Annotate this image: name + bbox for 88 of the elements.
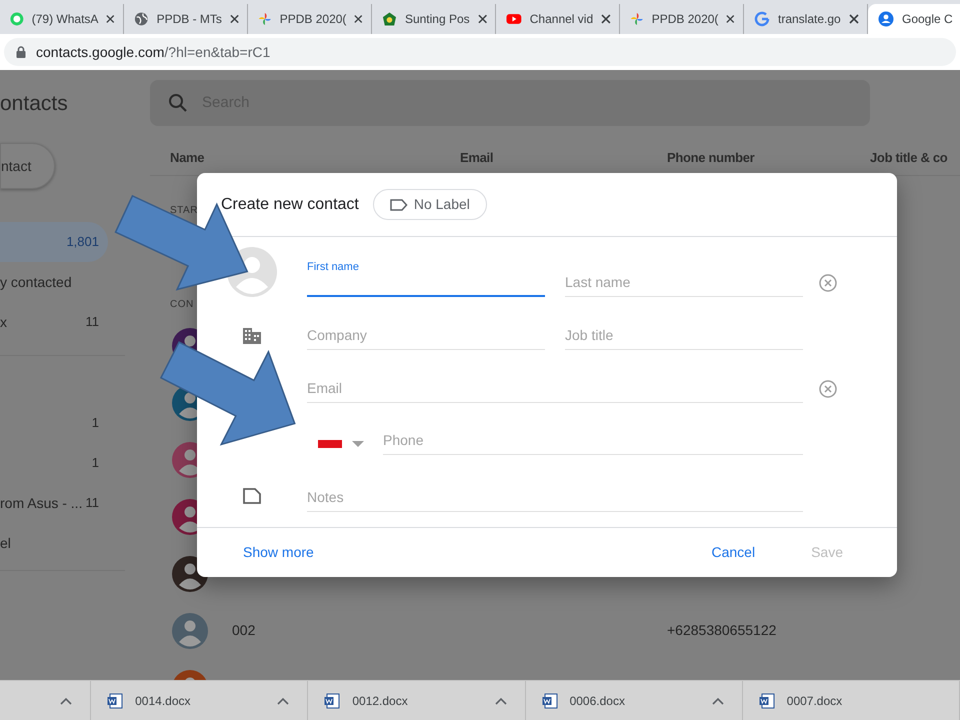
address-bar[interactable]: contacts.google.com/?hl=en&tab=rC1 xyxy=(4,38,956,66)
sidebar-label: x xyxy=(0,312,7,332)
chevron-up-icon[interactable] xyxy=(277,696,290,704)
close-icon[interactable] xyxy=(354,14,363,24)
sidebar-item[interactable]: 1 xyxy=(0,443,108,483)
download-item[interactable]: 0014.docx xyxy=(91,681,308,720)
item-count: 11 xyxy=(86,494,99,512)
dialog-title: Create new contact xyxy=(221,194,359,214)
g-letter-icon xyxy=(754,11,770,27)
email-field[interactable]: Email xyxy=(307,378,803,403)
tab-title: PPDB - MTs xyxy=(156,11,222,28)
pinwheel-icon xyxy=(258,11,272,27)
globe-icon xyxy=(134,11,149,27)
file-name: 0007.docx xyxy=(786,692,844,710)
close-icon[interactable] xyxy=(849,14,859,24)
close-icon[interactable] xyxy=(601,14,611,24)
last-name-field[interactable]: Last name xyxy=(565,272,803,297)
first-name-label: First name xyxy=(307,260,360,274)
column-header[interactable]: Name xyxy=(170,150,204,164)
file-name: 0012.docx xyxy=(352,692,409,710)
contact-name: 002 xyxy=(232,621,256,640)
sidebar-item[interactable]: x 11 xyxy=(0,302,108,342)
url-host: contacts.google.com xyxy=(36,44,164,60)
sidebar-label: rom Asus - ... xyxy=(0,494,82,512)
chevron-up-icon[interactable] xyxy=(60,696,72,704)
section-label: STAR xyxy=(170,204,198,218)
building-icon xyxy=(243,328,261,344)
download-item[interactable]: 0006.docx xyxy=(526,681,743,720)
play-icon xyxy=(506,11,522,27)
cancel-button[interactable]: Cancel xyxy=(711,542,756,563)
column-header[interactable]: Email xyxy=(460,150,494,164)
column-header[interactable]: Phone number xyxy=(667,150,754,164)
caret-icon xyxy=(352,441,364,447)
file-name: 0006.docx xyxy=(570,692,626,710)
file-name: 0014.docx xyxy=(135,692,192,710)
person-circle-icon xyxy=(878,11,894,27)
sidebar-label: el xyxy=(0,534,11,552)
show-more-link[interactable]: Show more xyxy=(243,542,314,563)
chevron-up-icon[interactable] xyxy=(494,696,507,704)
document-icon xyxy=(107,692,124,708)
sidebar-item[interactable]: 1 xyxy=(0,403,108,443)
section-label: CON xyxy=(170,298,194,312)
flag-icon xyxy=(318,440,342,448)
tab-title: PPDB 2020( xyxy=(652,11,718,28)
sidebar-item[interactable]: rom Asus - ... 11 xyxy=(0,483,108,523)
document-icon xyxy=(542,692,558,708)
lock-icon xyxy=(16,46,26,58)
sidebar-item[interactable]: y contacted xyxy=(0,262,108,302)
close-icon[interactable] xyxy=(230,14,239,24)
shield-icon xyxy=(382,11,397,27)
tab-title: translate.go xyxy=(778,11,841,28)
pinwheel-icon xyxy=(630,11,644,27)
clear-icon[interactable] xyxy=(819,274,837,292)
phone-field[interactable]: Phone xyxy=(383,430,803,455)
note-icon xyxy=(243,488,261,504)
create-contact-button[interactable]: ntact xyxy=(0,143,55,189)
item-count: 1 xyxy=(92,454,99,472)
notes-field[interactable]: Notes xyxy=(307,487,803,512)
close-icon[interactable] xyxy=(478,14,487,24)
sidebar-item[interactable]: 1,801 xyxy=(0,222,108,262)
label-chip[interactable]: No Label xyxy=(372,189,487,220)
download-item[interactable]: 0007.docx xyxy=(742,681,960,720)
document-icon xyxy=(758,692,775,708)
item-count: 11 xyxy=(86,313,99,332)
app-title: ontacts xyxy=(0,91,69,118)
item-count: 1 xyxy=(92,414,99,432)
download-item[interactable]: 0012.docx xyxy=(308,681,526,720)
browser-tab[interactable]: Google C xyxy=(868,4,960,34)
document-icon xyxy=(324,692,340,708)
close-icon[interactable] xyxy=(726,14,735,24)
sidebar-item[interactable]: el xyxy=(0,523,108,563)
item-count: 1,801 xyxy=(66,233,99,252)
tab-title: PPDB 2020( xyxy=(280,11,346,28)
clear-icon[interactable] xyxy=(819,380,837,398)
tab-title: Sunting Pos xyxy=(404,11,470,28)
search-icon xyxy=(168,93,188,113)
sidebar-label: y contacted xyxy=(0,272,72,292)
phone-number: +6285380655122 xyxy=(667,621,776,640)
column-header[interactable]: Job title & co xyxy=(870,150,948,164)
tab-title: Channel vid xyxy=(530,11,594,28)
url-path: /?hl=en&tab=rC1 xyxy=(164,44,270,60)
tab-title: (79) WhatsA xyxy=(32,11,98,28)
job-title-field[interactable]: Job title xyxy=(565,325,803,350)
close-icon[interactable] xyxy=(106,14,115,24)
company-field[interactable]: Company xyxy=(307,325,545,350)
tab-title: Google C xyxy=(902,11,954,28)
chevron-up-icon[interactable] xyxy=(712,696,724,704)
label-tag-icon xyxy=(390,198,408,210)
